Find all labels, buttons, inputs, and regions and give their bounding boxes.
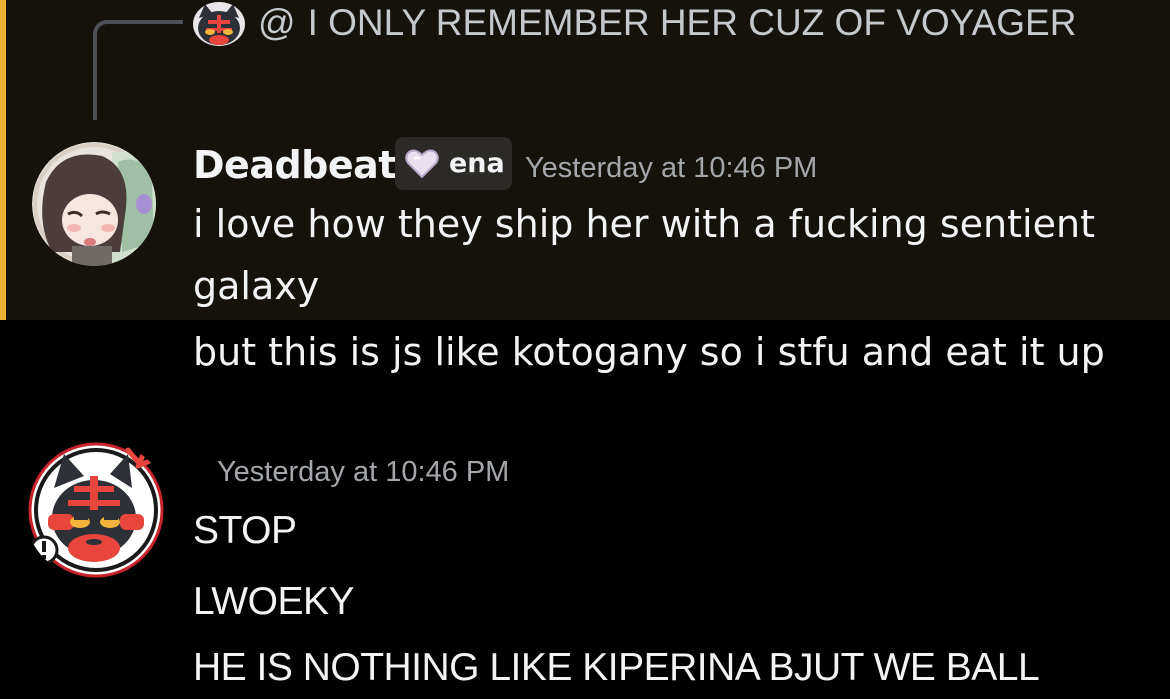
message-line: STOP (193, 509, 297, 552)
tag-label: ena (449, 148, 505, 179)
user-tag[interactable]: ena (395, 137, 512, 190)
reply-preview-content: I ONLY REMEMBER HER CUZ OF VOYAGER (307, 2, 1077, 43)
message-line: LWOEKY (193, 580, 354, 623)
reply-avatar-cat-icon[interactable] (193, 2, 245, 46)
reply-spine (93, 20, 183, 120)
mention-bar (0, 0, 6, 320)
chat-view: @ I ONLY REMEMBER HER CUZ OF VOYAGER Dead… (0, 0, 1170, 699)
deadbeat-avatar-icon[interactable] (32, 142, 156, 266)
message-line: but this is js like kotogany so i stfu a… (193, 330, 1105, 374)
username-deadbeat[interactable]: Deadbeat (193, 140, 396, 190)
message-line: HE IS NOTHING LIKE KIPERINA BJUT WE BALL (193, 646, 1040, 689)
reply-preview-text[interactable]: @ I ONLY REMEMBER HER CUZ OF VOYAGER (258, 0, 1076, 46)
message-line: i love how they ship her with a fucking … (193, 202, 1095, 246)
timestamp[interactable]: Yesterday at 10:46 PM (217, 450, 509, 494)
message-line: galaxy (193, 264, 320, 308)
reply-at-symbol: @ (258, 2, 296, 43)
timestamp[interactable]: Yesterday at 10:46 PM (525, 146, 817, 190)
heart-icon (405, 149, 439, 179)
cat-avatar-icon[interactable] (24, 440, 170, 580)
